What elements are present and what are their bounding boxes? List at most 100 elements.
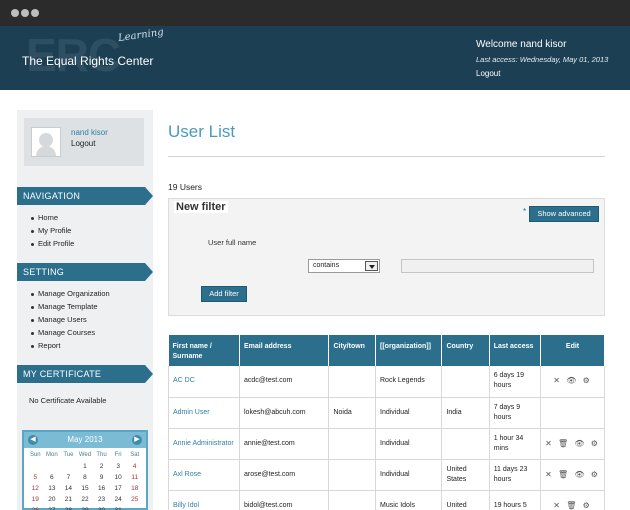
filter-field-label: User full name [208,238,257,247]
calendar-day[interactable]: 8 [77,472,94,483]
calendar-day [27,461,44,472]
window-control-dot[interactable] [11,9,19,17]
nav-item-label: Report [38,341,61,350]
calendar-day[interactable]: 2 [93,461,110,472]
users-table: First name / Surname Email address City/… [168,335,605,510]
calendar-day[interactable]: 23 [93,494,110,505]
cell-organization: Music Idols [375,490,443,510]
calendar-day[interactable]: 5 [27,472,44,483]
table-row: Annie Administrator annie@test.com Individ… [168,428,605,460]
calendar-day[interactable]: 1 [77,461,94,472]
calendar-day[interactable]: 14 [60,483,77,494]
col-header-country[interactable]: Country [441,335,490,366]
filter-value-input[interactable] [401,259,594,273]
nav-item-home[interactable]: Home [31,211,74,224]
add-filter-button[interactable]: Add filter [201,286,247,302]
cell-last-access: 11 days 23 hours [489,459,542,491]
cell-edit-actions[interactable]: ✕ 👁 ⚙ [540,366,605,398]
cell-edit-actions[interactable]: ✕ 🗑 👁 ⚙ [540,459,605,491]
calendar-day[interactable]: 10 [110,472,127,483]
cell-email: acdc@test.com [239,366,330,398]
calendar-day[interactable]: 7 [60,472,77,483]
cell-last-access: 6 days 19 hours [489,366,542,398]
cell-edit-actions[interactable]: ✕ 🗑 👁 ⚙ [540,428,605,460]
chevron-down-icon[interactable] [365,261,378,271]
calendar-day[interactable]: 24 [110,494,127,505]
calendar-day[interactable]: 28 [60,505,77,510]
site-header: ERC Learning The Equal Rights Center Wel… [0,26,630,90]
cell-city: Noida [328,397,376,429]
cell-country: United States [441,459,490,491]
bullet-icon [31,229,34,233]
nav-item-label: Manage Courses [38,328,96,337]
calendar-day[interactable]: 6 [44,472,61,483]
cell-name[interactable]: Annie Administrator [168,428,240,460]
calendar-day[interactable]: 16 [93,483,110,494]
nav-item-label: Manage Users [38,315,87,324]
col-header-email[interactable]: Email address [239,335,330,366]
cell-organization: Individual [375,428,443,460]
calendar-day[interactable]: 29 [77,505,94,510]
nav-item-manage-users[interactable]: Manage Users [31,313,110,326]
cell-country: India [441,397,490,429]
calendar-next-icon[interactable]: ▶ [132,435,142,445]
site-logo[interactable]: The Equal Rights Center [22,54,153,68]
calendar-day [44,461,61,472]
navigation-section-title: NAVIGATION [17,187,153,205]
calendar-day[interactable]: 30 [93,505,110,510]
certificate-section-title: MY CERTIFICATE [17,365,153,383]
cell-city [328,490,376,510]
header-logout-link[interactable]: Logout [476,69,500,78]
cell-edit-actions[interactable] [540,397,605,429]
calendar-day[interactable]: 31 [110,505,127,510]
title-divider [168,156,605,157]
filter-operator-select[interactable]: contains [308,259,380,273]
cell-edit-actions[interactable]: ✕ 🗑 ⚙ [540,490,605,510]
window-control-dot[interactable] [21,9,29,17]
calendar-day[interactable]: 25 [126,494,143,505]
calendar-day[interactable]: 18 [126,483,143,494]
calendar-day[interactable]: 3 [110,461,127,472]
show-advanced-button[interactable]: Show advanced [529,206,599,222]
cell-name[interactable]: Axl Rose [168,459,240,491]
calendar-prev-icon[interactable]: ◀ [28,435,38,445]
calendar-day[interactable]: 20 [44,494,61,505]
nav-item-report[interactable]: Report [31,339,110,352]
cell-name[interactable]: Admin User [168,397,240,429]
calendar-day[interactable]: 19 [27,494,44,505]
nav-item-manage-template[interactable]: Manage Template [31,300,110,313]
nav-item-edit-profile[interactable]: Edit Profile [31,237,74,250]
calendar-day[interactable]: 22 [77,494,94,505]
users-count: 19 Users [168,182,203,192]
window-control-dot[interactable] [31,9,39,17]
col-header-organization[interactable]: [[organization]] [375,335,443,366]
profile-name-link[interactable]: nand kisor [71,128,108,137]
col-header-name[interactable]: First name / Surname [168,335,240,366]
cell-city [328,366,376,398]
bullet-icon [31,242,34,246]
cell-name[interactable]: Billy Idol [168,490,240,510]
calendar-day[interactable]: 9 [93,472,110,483]
calendar-day[interactable]: 11 [126,472,143,483]
nav-item-manage-organization[interactable]: Manage Organization [31,287,110,300]
cell-name[interactable]: AC DC [168,366,240,398]
avatar-head-icon [39,133,53,147]
calendar-day[interactable]: 21 [60,494,77,505]
calendar-day[interactable]: 17 [110,483,127,494]
col-header-last-access[interactable]: Last access [489,335,542,366]
avatar[interactable] [31,127,61,157]
filter-operator-value: contains [313,262,340,269]
calendar-day[interactable]: 4 [126,461,143,472]
calendar-day[interactable]: 15 [77,483,94,494]
calendar-day-of-week: Sun [29,452,41,458]
calendar-day[interactable]: 26 [27,505,44,510]
calendar-day[interactable]: 13 [44,483,61,494]
col-header-city[interactable]: City/town [328,335,376,366]
profile-logout-link[interactable]: Logout [71,139,95,148]
calendar-day[interactable]: 12 [27,483,44,494]
nav-item-manage-courses[interactable]: Manage Courses [31,326,110,339]
setting-section-title: SETTING [17,263,153,281]
nav-item-my-profile[interactable]: My Profile [31,224,74,237]
calendar-day[interactable]: 27 [44,505,61,510]
cell-email: annie@test.com [239,428,330,460]
